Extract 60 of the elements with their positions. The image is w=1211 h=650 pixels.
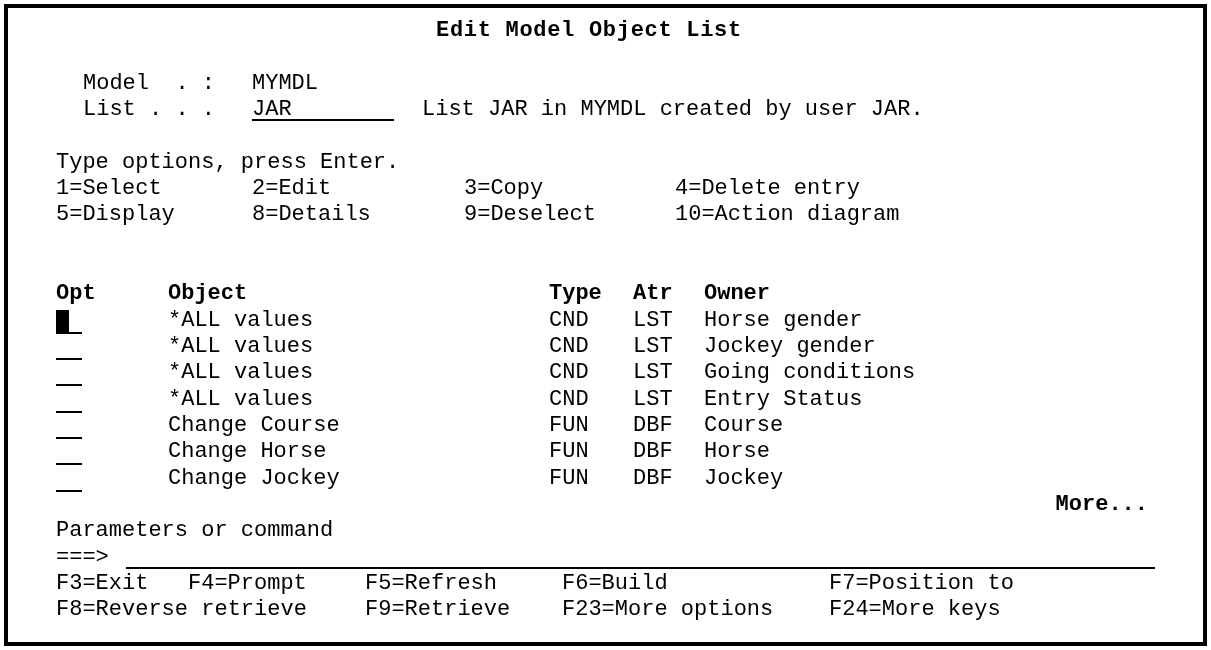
option-legend: 8=Details <box>252 202 371 229</box>
function-key-legend: F24=More keys <box>829 597 1001 624</box>
column-header: Atr <box>633 281 673 308</box>
column-header: Owner <box>704 281 770 308</box>
table-cell: FUN <box>549 465 589 492</box>
command-label: Parameters or command <box>56 518 334 544</box>
option-legend: 5=Display <box>56 202 175 229</box>
table-cell: Jockey <box>704 465 784 492</box>
table-cell: CND <box>549 333 589 361</box>
input-field[interactable]: JAR <box>252 97 394 121</box>
table-cell: LST <box>633 386 673 413</box>
table-cell: Course <box>704 412 784 440</box>
table-cell: Change Course <box>168 412 340 440</box>
table-cell: *ALL values <box>168 333 314 361</box>
table-cell: CND <box>549 386 589 413</box>
table-cell: *ALL values <box>168 360 314 387</box>
table-cell: *ALL values <box>168 386 314 413</box>
table-cell: DBF <box>633 412 673 440</box>
option-legend: 2=Edit <box>252 175 332 203</box>
table-cell: CND <box>549 360 589 387</box>
table-cell: Horse <box>704 439 770 466</box>
table-cell: LST <box>633 307 673 334</box>
table-cell: Change Jockey <box>168 465 340 492</box>
option-legend: 1=Select <box>56 175 162 203</box>
option-legend: 4=Delete entry <box>675 175 860 203</box>
table-cell: LST <box>633 360 673 387</box>
column-header: Type <box>549 281 602 308</box>
command-prompt: ===> <box>56 544 109 571</box>
table-cell: Entry Status <box>704 386 863 413</box>
function-key-legend: F6=Build <box>562 570 668 598</box>
function-key-legend: F9=Retrieve <box>365 597 511 624</box>
function-key-legend: F4=Prompt <box>188 570 307 598</box>
table-cell: Horse gender <box>704 307 863 334</box>
function-key-legend: F5=Refresh <box>365 570 498 598</box>
screen-title: Edit Model Object List <box>436 18 742 45</box>
option-legend: 10=Action diagram <box>675 202 900 229</box>
column-header: Object <box>168 281 248 308</box>
function-key-legend: F23=More options <box>562 597 774 624</box>
table-cell: Jockey gender <box>704 333 876 361</box>
option-legend: 3=Copy <box>464 175 544 203</box>
function-key-legend: F8=Reverse retrieve <box>56 597 307 624</box>
field-value: MYMDL <box>252 70 318 97</box>
table-cell: CND <box>549 307 589 334</box>
instruction-text: Type options, press Enter. <box>56 149 400 175</box>
function-key-legend: F7=Position to <box>829 570 1014 598</box>
field-label: Model . : <box>83 70 217 97</box>
table-cell: Change Horse <box>168 439 327 466</box>
table-cell: LST <box>633 333 673 361</box>
field-label: List . . . <box>83 97 217 124</box>
table-cell: Going conditions <box>704 360 916 387</box>
option-legend: 9=Deselect <box>464 202 597 229</box>
function-key-legend: F3=Exit <box>56 570 149 598</box>
field-description: List JAR in MYMDL created by user JAR. <box>422 97 924 124</box>
table-cell: DBF <box>633 465 673 492</box>
more-indicator: More... <box>1055 491 1148 519</box>
table-cell: *ALL values <box>168 307 314 334</box>
table-cell: FUN <box>549 412 589 440</box>
table-cell: DBF <box>633 439 673 466</box>
table-cell: FUN <box>549 439 589 466</box>
column-header: Opt <box>56 281 96 308</box>
